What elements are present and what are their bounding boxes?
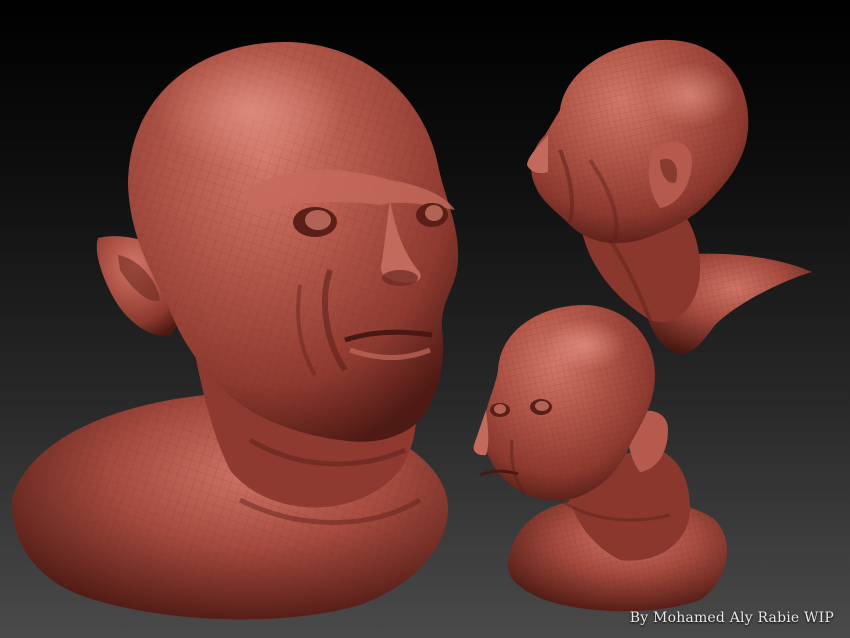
render-canvas: By Mohamed Aly Rabie WIP — [0, 0, 850, 638]
sculpt-render — [11, 39, 812, 620]
head-large — [11, 41, 459, 620]
author-caption: By Mohamed Aly Rabie WIP — [629, 610, 834, 626]
